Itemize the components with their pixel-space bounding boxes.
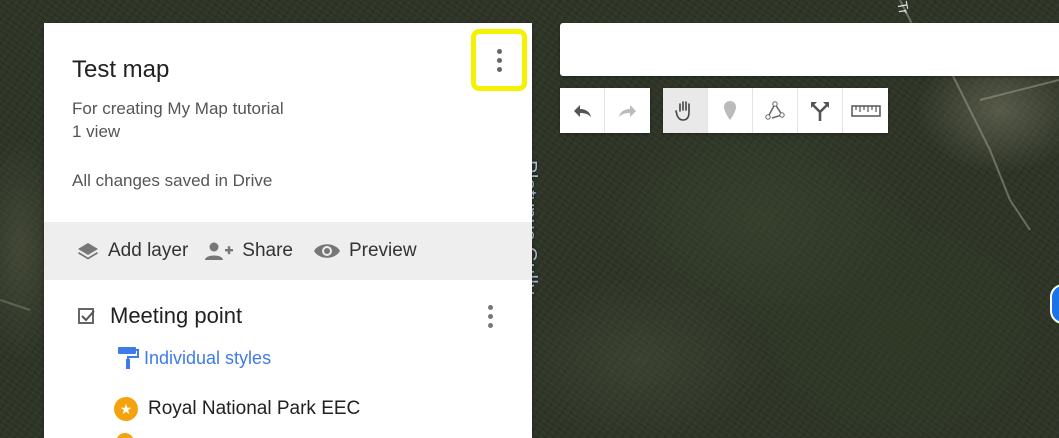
ruler-icon [850,104,881,117]
add-marker-button[interactable] [708,88,753,133]
map-title[interactable]: Test map [72,56,169,84]
more-vert-icon [488,305,493,328]
undo-button[interactable] [560,88,605,133]
layer-name[interactable]: Meeting point [110,303,242,329]
layer-actions-bar: Add layer Share Preview [44,222,532,280]
place-item[interactable]: ★ Royal National Park EEC [114,397,360,421]
map-options-button[interactable] [471,29,527,91]
measure-button[interactable] [843,88,888,133]
map-label-road: Tr [894,0,913,16]
drawing-tools-group [663,88,888,133]
paint-roller-icon [118,347,139,369]
layers-icon [78,243,98,260]
share-button[interactable]: Share [204,240,293,262]
place-marker-peek [116,433,134,438]
preview-label: Preview [348,240,417,261]
check-icon [81,310,95,322]
redo-icon [618,104,636,117]
share-label: Share [242,240,293,261]
draw-line-icon [765,100,785,120]
add-marker-icon [724,100,736,120]
layer-header: Meeting point [78,303,242,329]
place-label: Royal National Park EEC [148,398,361,419]
layer-visibility-checkbox[interactable] [78,308,95,324]
person-add-icon [205,242,234,260]
more-vert-icon [496,48,502,72]
undo-icon [574,104,591,117]
preview-button[interactable]: Preview [313,240,417,262]
hand-icon [675,100,690,121]
directions-icon [811,101,829,121]
undo-redo-group [560,88,650,133]
eye-icon [313,244,340,258]
view-count: 1 view [72,122,121,141]
draw-line-button[interactable] [753,88,798,133]
redo-button[interactable] [605,88,650,133]
star-marker-icon: ★ [114,397,138,421]
add-layer-label: Add layer [108,240,189,261]
save-status: All changes saved in Drive [72,171,273,190]
search-input[interactable] [560,23,1059,76]
directions-button[interactable] [798,88,843,133]
select-items-button[interactable] [663,88,708,133]
add-layer-button[interactable]: Add layer [76,240,188,262]
map-details-panel: Test map For creating My Map tutorial 1 … [44,23,532,438]
map-description[interactable]: For creating My Map tutorial [72,99,284,119]
style-label: Individual styles [144,347,272,368]
map-pin[interactable] [1050,284,1059,324]
layer-style-link[interactable]: Individual styles [116,345,271,371]
layer-options-button[interactable] [488,305,493,328]
